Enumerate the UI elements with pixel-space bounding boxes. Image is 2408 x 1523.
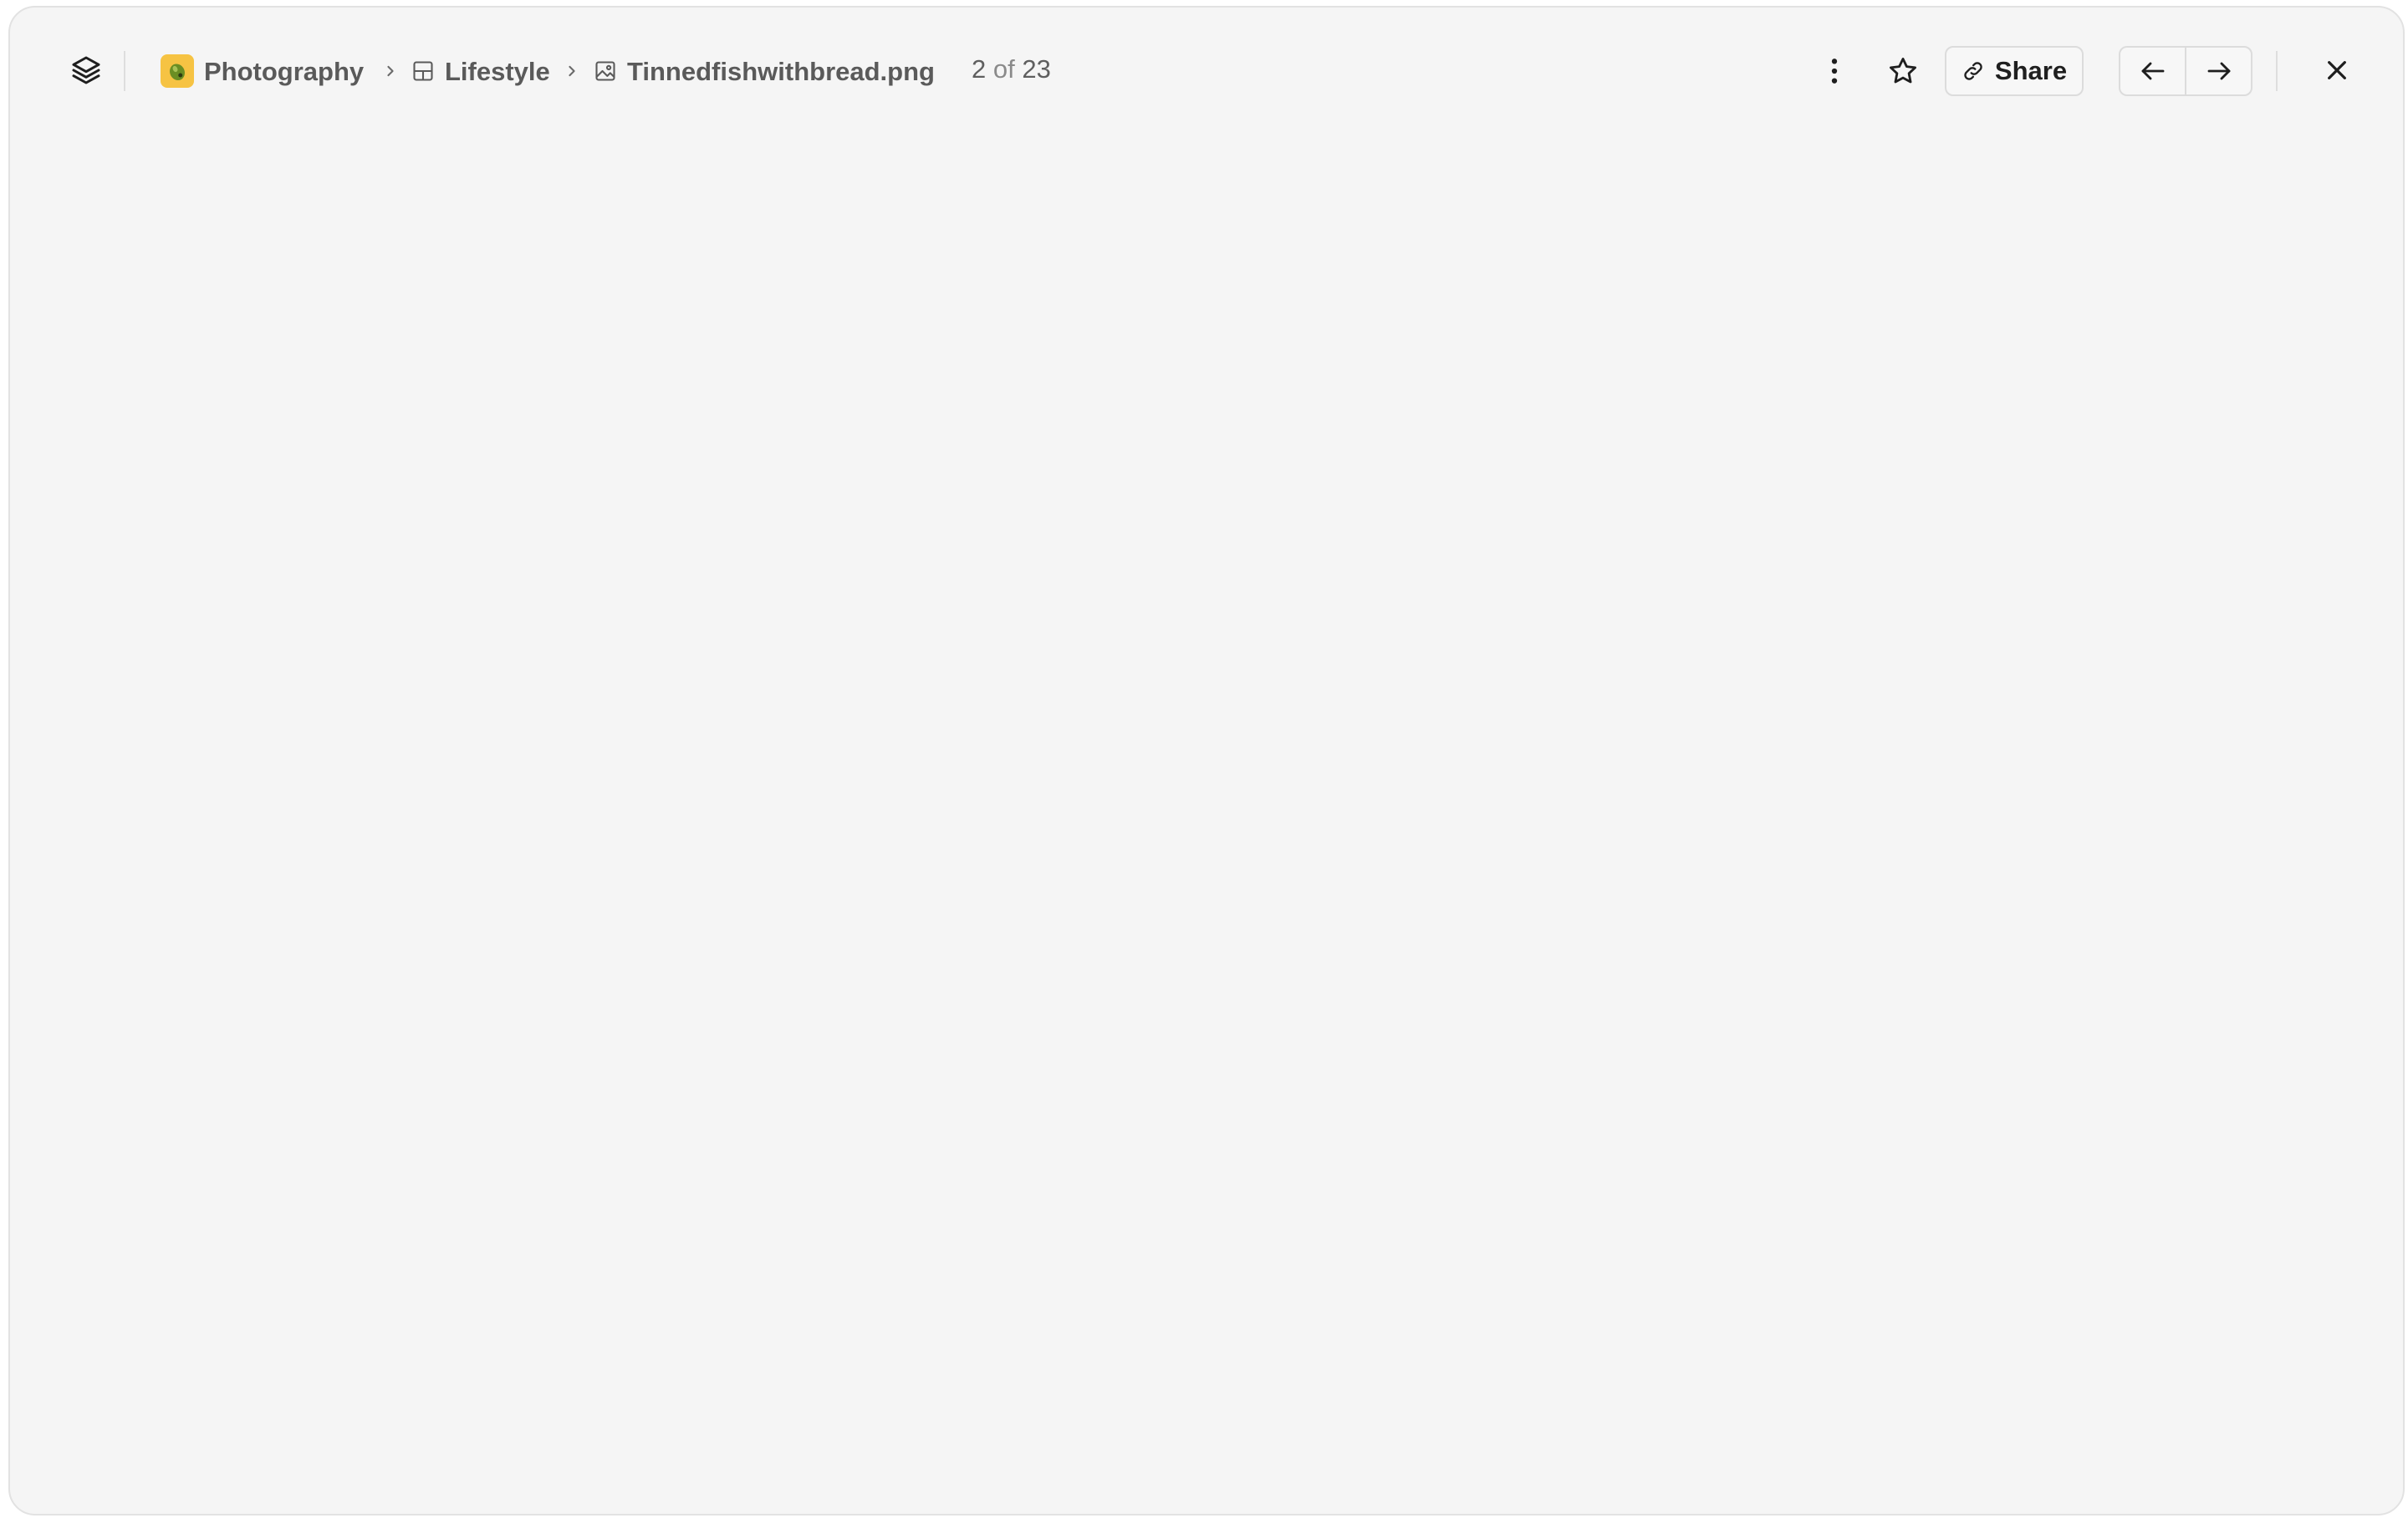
breadcrumb-workspace-label: Photography: [204, 56, 365, 86]
navigation-group: [2119, 46, 2252, 96]
counter-current: 2: [972, 54, 987, 84]
breadcrumb-folder[interactable]: Lifestyle: [411, 48, 550, 94]
next-button[interactable]: [2185, 48, 2251, 94]
board-layout-icon: [411, 59, 435, 83]
toolbar-divider: [124, 51, 125, 91]
more-vertical-icon[interactable]: [1818, 51, 1851, 91]
breadcrumb-file-label: Tinnedfishwithbread.png: [627, 56, 935, 86]
item-counter: 2 of 23: [972, 54, 1051, 84]
olive-emoji-icon: [161, 54, 194, 88]
toolbar-divider: [2276, 51, 2278, 91]
arrow-left-icon: [2138, 56, 2168, 86]
file-preview-window: Photography Lifestyle Tinnedfishwithbrea…: [8, 6, 2405, 1515]
arrow-right-icon: [2204, 56, 2234, 86]
layers-icon[interactable]: [65, 49, 107, 91]
star-icon[interactable]: [1883, 51, 1923, 91]
share-button[interactable]: Share: [1945, 46, 2084, 96]
breadcrumb-folder-label: Lifestyle: [445, 56, 550, 86]
chevron-right-icon: [563, 59, 581, 83]
chevron-right-icon: [381, 59, 400, 83]
breadcrumb-file[interactable]: Tinnedfishwithbread.png: [594, 48, 935, 94]
share-label: Share: [1994, 56, 2068, 85]
image-preview-area: [10, 125, 2403, 1514]
close-icon[interactable]: [2316, 49, 2358, 91]
preview-toolbar: Photography Lifestyle Tinnedfishwithbrea…: [10, 8, 2403, 125]
counter-total: 23: [1022, 54, 1051, 84]
previous-button[interactable]: [2120, 48, 2185, 94]
counter-of: of: [992, 54, 1015, 84]
link-icon: [1962, 59, 1985, 83]
breadcrumb-workspace[interactable]: Photography: [161, 48, 364, 94]
image-file-icon: [594, 59, 617, 83]
